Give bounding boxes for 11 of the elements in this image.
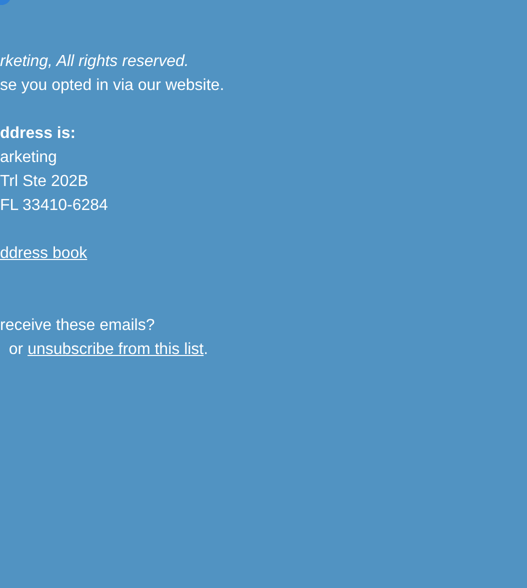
copyright-text: rketing, All rights reserved. (0, 52, 190, 72)
address-book-link[interactable]: ddress book (0, 242, 88, 266)
address-line: arketing (0, 148, 58, 168)
address-line: FL 33410-6284 (0, 196, 109, 216)
unsubscribe-text: or unsubscribe from this list. (8, 340, 210, 360)
address-heading: ddress is: (0, 124, 77, 144)
preferences-question: receive these emails? (0, 316, 156, 336)
unsubscribe-link[interactable]: unsubscribe from this list (28, 341, 204, 358)
reason-text: se you opted in via our website. (0, 76, 226, 96)
address-line: Trl Ste 202B (0, 172, 90, 192)
round-icon (0, 0, 10, 5)
